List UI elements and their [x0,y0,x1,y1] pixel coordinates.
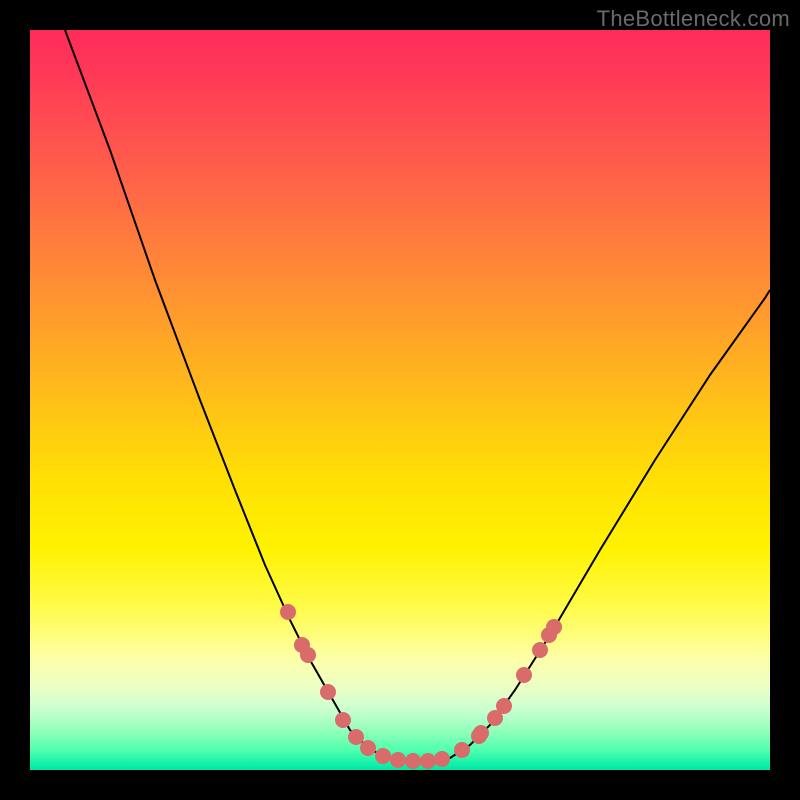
curve-svg [30,30,770,770]
data-point-marker [496,698,512,714]
data-point-marker [335,712,351,728]
data-point-marker [348,729,364,745]
marker-group [280,604,562,769]
data-point-marker [405,753,421,769]
data-point-marker [473,725,489,741]
data-point-marker [516,667,532,683]
bottleneck-curve [65,30,770,761]
data-point-marker [320,684,336,700]
data-point-marker [375,748,391,764]
data-point-marker [454,742,470,758]
chart-frame [30,30,770,770]
watermark-text: TheBottleneck.com [597,6,790,32]
data-point-marker [294,637,310,653]
data-point-marker [280,604,296,620]
data-point-marker [434,751,450,767]
data-point-marker [390,752,406,768]
data-point-marker [360,740,376,756]
data-point-marker [532,642,548,658]
data-point-marker [546,619,562,635]
data-point-marker [420,753,436,769]
